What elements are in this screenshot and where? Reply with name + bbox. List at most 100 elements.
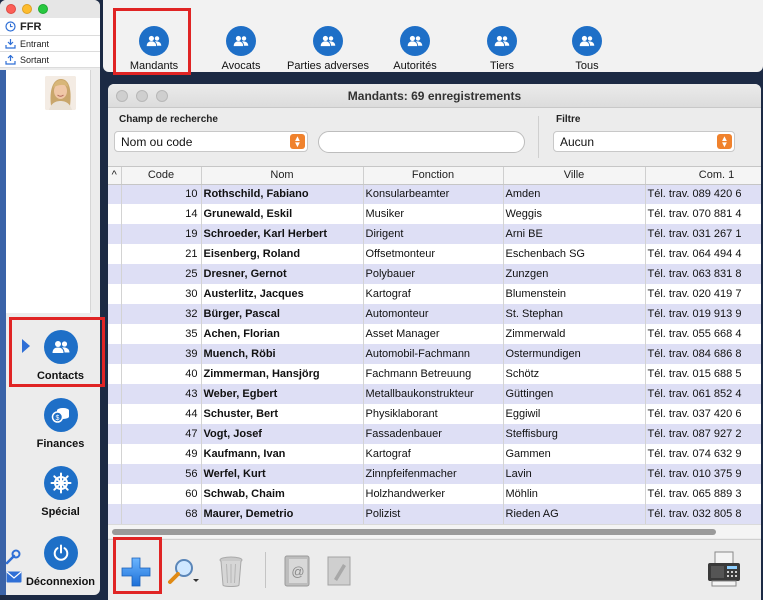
cell-ville: Eschenbach SG [503, 244, 646, 264]
table-row[interactable]: 39 Muench, Röbi Automobil-Fachmann Ostermun… [108, 344, 761, 364]
nav-contacts[interactable]: Contacts [14, 330, 107, 396]
contact-type-toolbar: Mandants Avocats Parties adverses Autori… [103, 0, 763, 72]
cell-fonction: Konsularbeamter [363, 184, 504, 204]
row-gutter [108, 484, 122, 504]
trash-icon[interactable] [218, 554, 244, 588]
cell-nom: Zimmerman, Hansjörg [201, 364, 364, 384]
nav-special[interactable]: Spécial [14, 466, 107, 532]
table-row[interactable]: 10 Rothschild, Fabiano Konsularbeamter Amde… [108, 184, 761, 204]
cell-code: 35 [121, 324, 202, 344]
mandants-window: Mandants: 69 enregistrements Champ de re… [108, 84, 761, 600]
row-gutter [108, 244, 122, 264]
cell-nom: Austerlitz, Jacques [201, 284, 364, 304]
toolbar-parties-adverses-button[interactable]: Parties adverses [283, 26, 373, 72]
table-row[interactable]: 68 Maurer, Demetrio Polizist Rieden AG Tél. … [108, 504, 761, 524]
search-icon[interactable] [166, 557, 200, 587]
toolbar-tiers-button[interactable]: Tiers [457, 26, 547, 72]
helm-icon [43, 466, 78, 500]
column-header-nom[interactable]: Nom [201, 167, 364, 185]
table-row[interactable]: 14 Grunewald, Eskil Musiker Weggis Tél. trav… [108, 204, 761, 224]
cell-code: 10 [121, 184, 202, 204]
toolbar-tous-button[interactable]: Tous [542, 26, 632, 72]
scrollbar-thumb[interactable] [112, 529, 716, 535]
cell-code: 44 [121, 404, 202, 424]
cell-nom: Eisenberg, Roland [201, 244, 364, 264]
cell-com1: Tél. trav. 031 267 1 [645, 224, 761, 244]
horizontal-scrollbar[interactable] [108, 524, 761, 538]
table-row[interactable]: 56 Werfel, Kurt Zinnpfeifenmacher Lavin Tél.… [108, 464, 761, 484]
filter-select[interactable]: Aucun ▲ ▼ [553, 131, 735, 152]
row-gutter [108, 204, 122, 224]
cell-com1: Tél. trav. 064 494 4 [645, 244, 761, 264]
cell-code: 39 [121, 344, 202, 364]
toolbar-autorites-button[interactable]: Autorités [370, 26, 460, 72]
cell-com1: Tél. trav. 032 805 8 [645, 504, 761, 524]
app-name-row[interactable]: FFR [0, 18, 100, 36]
minimize-window-button[interactable] [22, 4, 32, 14]
nav-special-label: Spécial [41, 506, 80, 518]
table-row[interactable]: 35 Achen, Florian Asset Manager Zimmerwald T… [108, 324, 761, 344]
cell-ville: Zunzgen [503, 264, 646, 284]
row-gutter [108, 464, 122, 484]
mail-icon[interactable] [6, 571, 22, 583]
letter-icon[interactable] [325, 555, 353, 587]
search-input[interactable] [318, 131, 525, 153]
toolbar-avocats-button[interactable]: Avocats [196, 26, 286, 72]
cell-code: 47 [121, 424, 202, 444]
address-book-icon[interactable]: @ [283, 555, 311, 587]
sidebar-titlebar [0, 0, 100, 18]
users-icon [43, 330, 78, 364]
column-header-ville[interactable]: Ville [503, 167, 646, 185]
table-row[interactable]: 19 Schroeder, Karl Herbert Dirigent Arni BE… [108, 224, 761, 244]
table-row[interactable]: 30 Austerlitz, Jacques Kartograf Blumenstei… [108, 284, 761, 304]
search-field-select[interactable]: Nom ou code ▲ ▼ [114, 131, 308, 152]
cell-code: 14 [121, 204, 202, 224]
app-name: FFR [20, 20, 42, 33]
column-header-code[interactable]: Code [121, 167, 202, 185]
wrench-icon[interactable] [5, 549, 21, 565]
table-row[interactable]: 47 Vogt, Josef Fassadenbauer Steffisburg Tél… [108, 424, 761, 444]
users-icon [572, 26, 602, 56]
close-window-button[interactable] [6, 4, 16, 14]
column-header-fonction[interactable]: Fonction [363, 167, 504, 185]
cell-fonction: Fachmann Betreuung [363, 364, 504, 384]
nav-contacts-label: Contacts [36, 370, 85, 382]
row-gutter [108, 424, 122, 444]
cell-code: 32 [121, 304, 202, 324]
cell-com1: Tél. trav. 055 668 4 [645, 324, 761, 344]
cell-ville: Ostermundigen [503, 344, 646, 364]
nav-logout[interactable]: Déconnexion [14, 536, 107, 600]
cell-nom: Weber, Egbert [201, 384, 364, 404]
cell-code: 68 [121, 504, 202, 524]
table-row[interactable]: 25 Dresner, Gernot Polybauer Zunzgen Tél. tr… [108, 264, 761, 284]
cell-fonction: Automobil-Fachmann [363, 344, 504, 364]
bottom-toolbar: @ [108, 539, 761, 600]
cell-ville: Blumenstein [503, 284, 646, 304]
toolbar-avocats-label: Avocats [221, 60, 261, 72]
table-row[interactable]: 49 Kaufmann, Ivan Kartograf Gammen Tél. trav… [108, 444, 761, 464]
cell-ville: Möhlin [503, 484, 646, 504]
cell-com1: Tél. trav. 019 913 9 [645, 304, 761, 324]
nav-finances[interactable]: $ Finances [14, 398, 107, 464]
table-row[interactable]: 60 Schwab, Chaim Holzhandwerker Möhlin Tél. … [108, 484, 761, 504]
cell-fonction: Physiklaborant [363, 404, 504, 424]
table-row[interactable]: 21 Eisenberg, Roland Offsetmonteur Eschenba… [108, 244, 761, 264]
table-row[interactable]: 43 Weber, Egbert Metallbaukonstrukteur Gütt… [108, 384, 761, 404]
column-header-com1[interactable]: Com. 1 [645, 167, 761, 185]
toolbar-tiers-label: Tiers [489, 60, 515, 72]
cell-fonction: Polizist [363, 504, 504, 524]
table-row[interactable]: 40 Zimmerman, Hansjörg Fachmann Betreuung S… [108, 364, 761, 384]
divider [265, 552, 266, 588]
cell-fonction: Kartograf [363, 444, 504, 464]
fax-icon[interactable] [706, 550, 742, 588]
avatar[interactable] [45, 76, 76, 110]
zoom-window-button[interactable] [38, 4, 48, 14]
cell-com1: Tél. trav. 087 927 2 [645, 424, 761, 444]
inbox-row[interactable]: Entrant [0, 36, 100, 52]
sort-indicator-icon[interactable]: ^ [108, 167, 122, 185]
outbox-row[interactable]: Sortant [0, 52, 100, 68]
svg-text:@: @ [291, 564, 304, 579]
users-icon [487, 26, 517, 56]
table-row[interactable]: 44 Schuster, Bert Physiklaborant Eggiwil Tél… [108, 404, 761, 424]
table-row[interactable]: 32 Bürger, Pascal Automonteur St. Stephan Té… [108, 304, 761, 324]
